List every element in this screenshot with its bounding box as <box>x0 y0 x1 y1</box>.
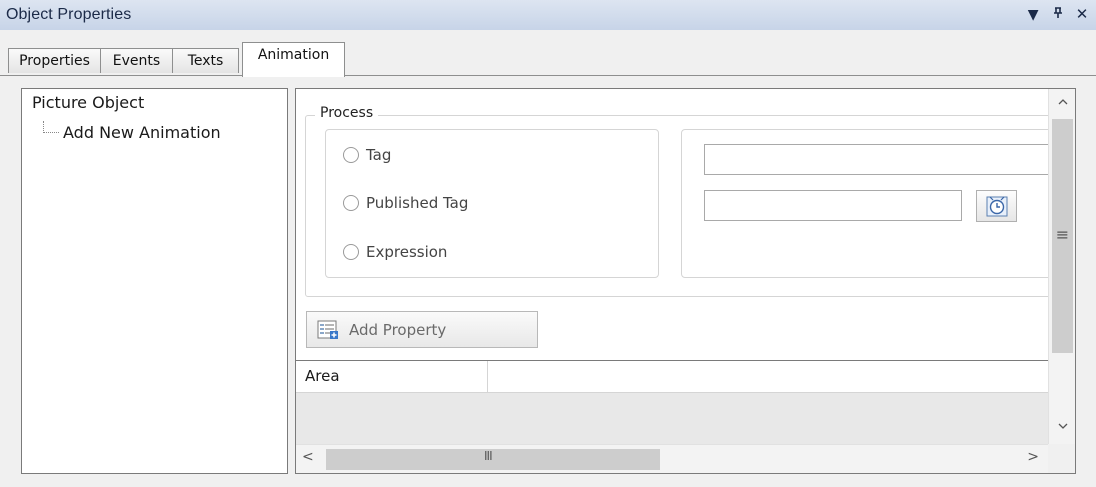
title-bar: Object Properties ▼ ✕ <box>0 0 1096 31</box>
tree-item-add-new-animation[interactable]: Add New Animation <box>63 123 221 142</box>
radio-tag[interactable]: Tag <box>343 146 391 164</box>
tab-texts[interactable]: Texts <box>172 48 239 73</box>
radio-published-tag[interactable]: Published Tag <box>343 194 468 212</box>
tab-strip: Properties Events Texts Animation <box>0 30 1096 77</box>
scroll-left-icon[interactable]: < <box>302 449 314 465</box>
radio-tag-label: Tag <box>366 146 392 164</box>
horizontal-scroll-thumb[interactable] <box>326 449 660 470</box>
process-legend: Process <box>315 105 379 121</box>
horizontal-scrollbar[interactable]: < III > <box>296 444 1048 473</box>
animation-tree[interactable]: Picture Object Add New Animation <box>21 88 288 474</box>
radio-circle-icon <box>343 244 359 260</box>
tab-properties[interactable]: Properties <box>8 48 101 73</box>
radio-expression-label: Expression <box>366 243 448 261</box>
tag-input[interactable] <box>704 144 1052 175</box>
property-grid: Area <box>296 360 1048 445</box>
vertical-scrollbar[interactable]: ≡ <box>1048 89 1075 444</box>
animation-panel: Process Tag Published Tag Expression Add… <box>295 88 1076 474</box>
clock-icon <box>986 196 1007 217</box>
radio-circle-icon <box>343 147 359 163</box>
scroll-right-icon[interactable]: > <box>1027 449 1039 465</box>
radio-published-tag-label: Published Tag <box>366 194 469 212</box>
add-property-icon <box>317 320 338 339</box>
grid-header: Area <box>296 361 1048 393</box>
tree-connector <box>43 132 59 133</box>
add-property-label: Add Property <box>349 320 447 339</box>
window-controls: ▼ ✕ <box>1023 5 1092 23</box>
scroll-corner <box>1048 444 1075 473</box>
tab-animation[interactable]: Animation <box>242 42 345 77</box>
column-header-area[interactable]: Area <box>296 361 488 392</box>
pin-icon[interactable] <box>1048 7 1068 23</box>
scroll-up-icon[interactable] <box>1049 95 1075 110</box>
radio-expression[interactable]: Expression <box>343 243 447 261</box>
close-icon[interactable]: ✕ <box>1072 5 1092 23</box>
tab-events[interactable]: Events <box>100 48 173 73</box>
dropdown-icon[interactable]: ▼ <box>1023 7 1043 23</box>
clock-button[interactable] <box>976 190 1017 222</box>
window-title: Object Properties <box>6 6 132 23</box>
scroll-grip-icon: ≡ <box>1055 225 1070 244</box>
published-tag-input[interactable] <box>704 190 962 221</box>
radio-circle-icon <box>343 195 359 211</box>
scroll-grip-icon: III <box>484 449 493 463</box>
scroll-down-icon[interactable] <box>1049 419 1075 434</box>
add-property-button[interactable]: Add Property <box>306 311 538 348</box>
tree-item-picture-object[interactable]: Picture Object <box>32 93 144 112</box>
